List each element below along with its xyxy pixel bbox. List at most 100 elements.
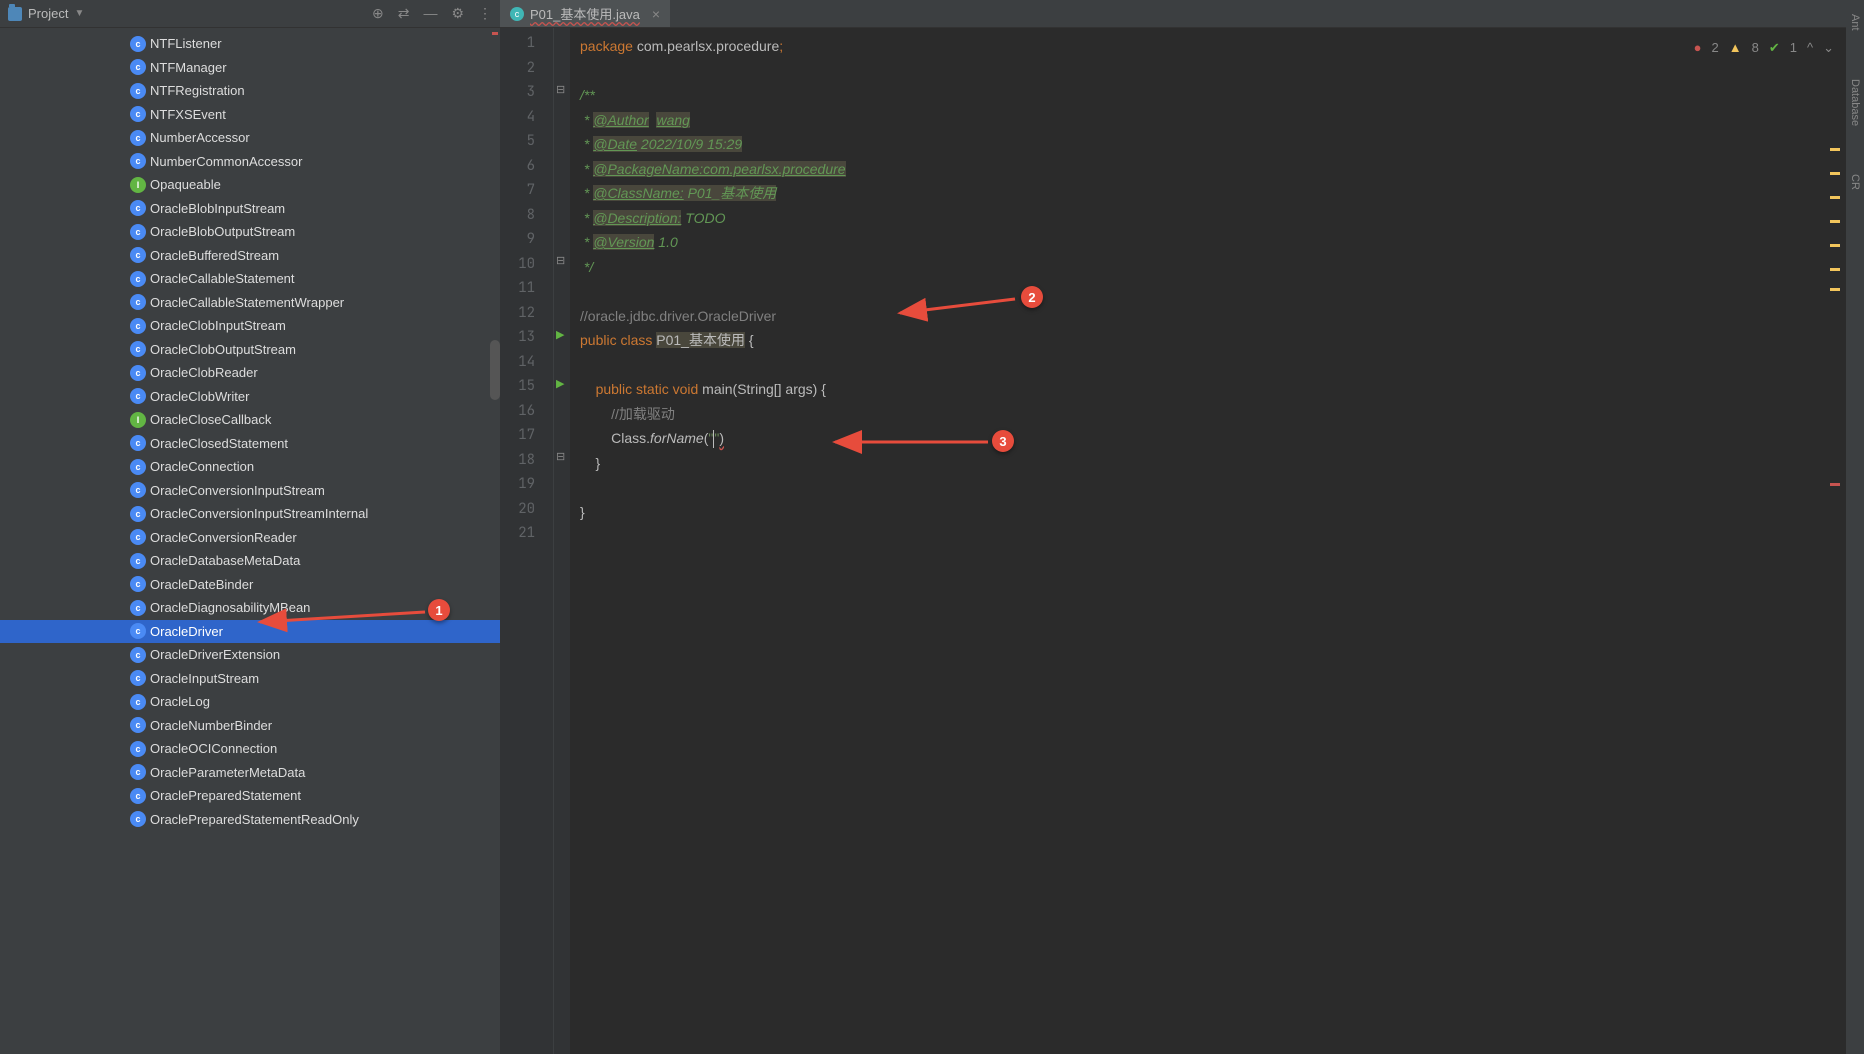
tree-item[interactable]: NTFListener bbox=[0, 32, 500, 56]
tree-item[interactable]: OracleOCIConnection bbox=[0, 737, 500, 761]
tree-item[interactable]: OracleBufferedStream bbox=[0, 244, 500, 268]
sidebar-header: Project ▼ ⊕ ⇄ — ⚙ ⋮ bbox=[0, 0, 500, 28]
code-line: Class.forName("") bbox=[580, 426, 1846, 451]
close-icon[interactable]: × bbox=[652, 6, 660, 22]
hide-icon[interactable]: — bbox=[423, 5, 437, 22]
warn-mark[interactable] bbox=[1830, 196, 1840, 199]
tree-item[interactable]: OracleNumberBinder bbox=[0, 714, 500, 738]
settings-icon[interactable]: ⚙ bbox=[451, 5, 464, 22]
scrollbar[interactable] bbox=[490, 340, 500, 400]
collapse-icon[interactable]: ⇄ bbox=[398, 5, 410, 22]
line-number[interactable]: 3 bbox=[500, 83, 553, 108]
tree-item[interactable]: OracleDiagnosabilityMBean bbox=[0, 596, 500, 620]
folder-icon bbox=[8, 7, 22, 21]
tree-item[interactable]: NTFXSEvent bbox=[0, 103, 500, 127]
err-mark[interactable] bbox=[1830, 483, 1840, 486]
line-number[interactable]: 17 bbox=[500, 426, 553, 451]
ant-tab[interactable]: Ant bbox=[1847, 10, 1863, 35]
tree-item[interactable]: OracleDateBinder bbox=[0, 573, 500, 597]
warn-mark[interactable] bbox=[1830, 220, 1840, 223]
cr-tab[interactable]: CR bbox=[1847, 170, 1863, 194]
line-number[interactable]: 6 bbox=[500, 157, 553, 182]
line-number[interactable]: 1 bbox=[500, 34, 553, 59]
class-icon bbox=[130, 717, 146, 733]
tree-item[interactable]: OracleConversionInputStreamInternal bbox=[0, 502, 500, 526]
locate-icon[interactable]: ⊕ bbox=[372, 5, 384, 22]
tree-item[interactable]: OracleDriver bbox=[0, 620, 500, 644]
run-class-icon[interactable]: ▶ bbox=[556, 328, 564, 341]
tree-item[interactable]: OracleClobOutputStream bbox=[0, 338, 500, 362]
line-number[interactable]: 5 bbox=[500, 132, 553, 157]
tree-item[interactable]: OracleCallableStatementWrapper bbox=[0, 291, 500, 315]
line-number[interactable]: 12 bbox=[500, 304, 553, 329]
tree-item[interactable]: OracleBlobOutputStream bbox=[0, 220, 500, 244]
fold-start-icon[interactable]: ⊟ bbox=[556, 83, 565, 96]
tree-item[interactable]: OracleBlobInputStream bbox=[0, 197, 500, 221]
tree-item[interactable]: OracleInputStream bbox=[0, 667, 500, 691]
line-number[interactable]: 20 bbox=[500, 500, 553, 525]
tree-item[interactable]: NumberCommonAccessor bbox=[0, 150, 500, 174]
line-number[interactable]: 19 bbox=[500, 475, 553, 500]
tree-item[interactable]: OraclePreparedStatementReadOnly bbox=[0, 808, 500, 832]
project-dropdown[interactable]: Project ▼ bbox=[8, 6, 84, 21]
tree-item[interactable]: OracleConnection bbox=[0, 455, 500, 479]
warn-mark[interactable] bbox=[1830, 244, 1840, 247]
tree-item[interactable]: OracleClobReader bbox=[0, 361, 500, 385]
tree-item[interactable]: NTFRegistration bbox=[0, 79, 500, 103]
chevron-up-icon[interactable]: ^ bbox=[1807, 36, 1813, 61]
tree-item[interactable]: OracleCallableStatement bbox=[0, 267, 500, 291]
tree-item[interactable]: OracleDriverExtension bbox=[0, 643, 500, 667]
tree-item[interactable]: OracleDatabaseMetaData bbox=[0, 549, 500, 573]
line-number[interactable]: 2 bbox=[500, 59, 553, 84]
tree-item[interactable]: OracleCloseCallback bbox=[0, 408, 500, 432]
class-icon bbox=[130, 553, 146, 569]
tree-item[interactable]: NTFManager bbox=[0, 56, 500, 80]
tree-item[interactable]: OracleLog bbox=[0, 690, 500, 714]
tree-item-label: NTFListener bbox=[150, 36, 222, 51]
line-number[interactable]: 13 bbox=[500, 328, 553, 353]
tree-item[interactable]: Opaqueable bbox=[0, 173, 500, 197]
project-tree[interactable]: NTFListener NTFManagerNTFRegistrationNTFX… bbox=[0, 28, 500, 1054]
line-number[interactable]: 7 bbox=[500, 181, 553, 206]
line-number[interactable]: 14 bbox=[500, 353, 553, 378]
line-number[interactable]: 11 bbox=[500, 279, 553, 304]
tree-item-label: NumberAccessor bbox=[150, 130, 250, 145]
line-gutter[interactable]: 123456789101112131415161718192021 bbox=[500, 28, 554, 1054]
line-number[interactable]: 18 bbox=[500, 451, 553, 476]
code-line: //oracle.jdbc.driver.OracleDriver bbox=[580, 304, 1846, 329]
line-number[interactable]: 10 bbox=[500, 255, 553, 280]
warn-mark[interactable] bbox=[1830, 172, 1840, 175]
code-line: } bbox=[580, 451, 1846, 476]
database-tab[interactable]: Database bbox=[1847, 75, 1863, 130]
line-number[interactable]: 4 bbox=[500, 108, 553, 133]
tree-item-label: OracleClobInputStream bbox=[150, 318, 286, 333]
line-number[interactable]: 15 bbox=[500, 377, 553, 402]
tree-item[interactable]: OracleClobWriter bbox=[0, 385, 500, 409]
run-method-icon[interactable]: ▶ bbox=[556, 377, 564, 390]
fold-end-icon[interactable]: ⊟ bbox=[556, 254, 565, 267]
fold-gutter[interactable]: ⊟ ⊟ ▶ ▶ ⊟ bbox=[554, 28, 570, 1054]
tree-item[interactable]: OracleClosedStatement bbox=[0, 432, 500, 456]
tree-item[interactable]: NumberAccessor bbox=[0, 126, 500, 150]
line-number[interactable]: 8 bbox=[500, 206, 553, 231]
fold-end-icon[interactable]: ⊟ bbox=[556, 450, 565, 463]
tree-item[interactable]: OracleConversionInputStream bbox=[0, 479, 500, 503]
code-area[interactable]: ●2 ▲8 ✔1 ^ ⌄ package com.pearlsx.procedu… bbox=[570, 28, 1846, 1054]
tree-item[interactable]: OracleConversionReader bbox=[0, 526, 500, 550]
chevron-down-icon[interactable]: ⌄ bbox=[1823, 36, 1834, 61]
tab-active[interactable]: c P01_基本使用.java × bbox=[500, 0, 670, 27]
inspections-widget[interactable]: ●2 ▲8 ✔1 ^ ⌄ bbox=[1694, 36, 1834, 61]
warn-mark[interactable] bbox=[1830, 288, 1840, 291]
tree-item-label: OracleOCIConnection bbox=[150, 741, 277, 756]
line-number[interactable]: 16 bbox=[500, 402, 553, 427]
more-icon[interactable]: ⋮ bbox=[478, 5, 492, 22]
tree-item-label: OracleBlobInputStream bbox=[150, 201, 285, 216]
tree-item[interactable]: OraclePreparedStatement bbox=[0, 784, 500, 808]
line-number[interactable]: 9 bbox=[500, 230, 553, 255]
warn-mark[interactable] bbox=[1830, 268, 1840, 271]
tree-item[interactable]: OracleClobInputStream bbox=[0, 314, 500, 338]
warn-mark[interactable] bbox=[1830, 148, 1840, 151]
tree-item[interactable]: OracleParameterMetaData bbox=[0, 761, 500, 785]
line-number[interactable]: 21 bbox=[500, 524, 553, 549]
right-toolbar: Ant Database CR bbox=[1846, 0, 1864, 1054]
